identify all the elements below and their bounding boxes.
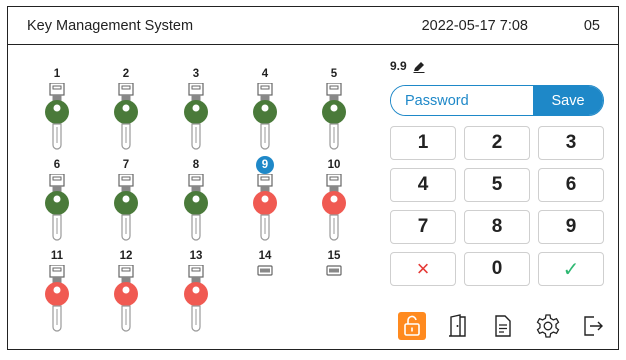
datetime-display: 2022-05-17 7:08 bbox=[421, 18, 528, 34]
keypad-key-6[interactable]: 6 bbox=[538, 168, 604, 202]
edit-label: 9.9 bbox=[390, 59, 407, 73]
slot-number: 2 bbox=[122, 68, 130, 80]
slot-count: 05 bbox=[583, 18, 600, 34]
key-slot-4[interactable]: 4 bbox=[245, 65, 285, 161]
key-slot-8[interactable]: 8 bbox=[176, 156, 216, 252]
keypad-key-1[interactable]: 1 bbox=[390, 126, 456, 160]
key-slot-12[interactable]: 12 bbox=[106, 247, 146, 343]
door-icon[interactable] bbox=[444, 312, 472, 340]
slot-number: 11 bbox=[50, 250, 64, 262]
app-frame: Key Management System 2022-05-17 7:08 05… bbox=[7, 6, 619, 350]
keypad-confirm-button[interactable]: ✓ bbox=[538, 252, 604, 286]
keypad-key-5[interactable]: 5 bbox=[464, 168, 530, 202]
key-slot-grid: 1 2 3 4 5 6 7 8 9 10 11 12 13 14 15 bbox=[8, 7, 388, 351]
pencil-icon[interactable] bbox=[413, 60, 425, 78]
slot-number: 5 bbox=[330, 68, 338, 80]
slot-number: 13 bbox=[189, 250, 203, 262]
password-box: Save bbox=[390, 85, 604, 116]
keypad-key-2[interactable]: 2 bbox=[464, 126, 530, 160]
key-slot-13[interactable]: 13 bbox=[176, 247, 216, 343]
keypad-clear-button[interactable]: × bbox=[390, 252, 456, 286]
slot-number: 8 bbox=[192, 159, 200, 171]
slot-number: 1 bbox=[53, 68, 61, 80]
keypad-key-9[interactable]: 9 bbox=[538, 210, 604, 244]
key-slot-1[interactable]: 1 bbox=[37, 65, 77, 161]
slot-number: 14 bbox=[258, 250, 272, 262]
key-slot-2[interactable]: 2 bbox=[106, 65, 146, 161]
password-input[interactable] bbox=[391, 86, 533, 115]
keypad-key-0[interactable]: 0 bbox=[464, 252, 530, 286]
unlock-icon[interactable] bbox=[398, 312, 426, 340]
save-button[interactable]: Save bbox=[533, 86, 603, 115]
document-icon[interactable] bbox=[489, 312, 517, 340]
settings-gear-icon[interactable] bbox=[534, 312, 562, 340]
key-slot-11[interactable]: 11 bbox=[37, 247, 77, 343]
slot-number: 7 bbox=[122, 159, 130, 171]
logout-icon[interactable] bbox=[579, 312, 607, 340]
key-slot-15[interactable]: 15 bbox=[314, 247, 354, 343]
key-slot-6[interactable]: 6 bbox=[37, 156, 77, 252]
slot-number: 15 bbox=[327, 250, 341, 262]
keypad-key-4[interactable]: 4 bbox=[390, 168, 456, 202]
slot-number: 3 bbox=[192, 68, 200, 80]
slot-number: 6 bbox=[53, 159, 61, 171]
key-slot-10[interactable]: 10 bbox=[314, 156, 354, 252]
keypad-key-3[interactable]: 3 bbox=[538, 126, 604, 160]
key-slot-5[interactable]: 5 bbox=[314, 65, 354, 161]
keypad-key-8[interactable]: 8 bbox=[464, 210, 530, 244]
slot-number: 9 bbox=[256, 156, 274, 174]
key-slot-9[interactable]: 9 bbox=[245, 156, 285, 252]
key-slot-7[interactable]: 7 bbox=[106, 156, 146, 252]
keypad-key-7[interactable]: 7 bbox=[390, 210, 456, 244]
slot-number: 10 bbox=[327, 159, 341, 171]
slot-number: 4 bbox=[261, 68, 269, 80]
key-slot-14[interactable]: 14 bbox=[245, 247, 285, 343]
slot-number: 12 bbox=[119, 250, 133, 262]
key-slot-3[interactable]: 3 bbox=[176, 65, 216, 161]
